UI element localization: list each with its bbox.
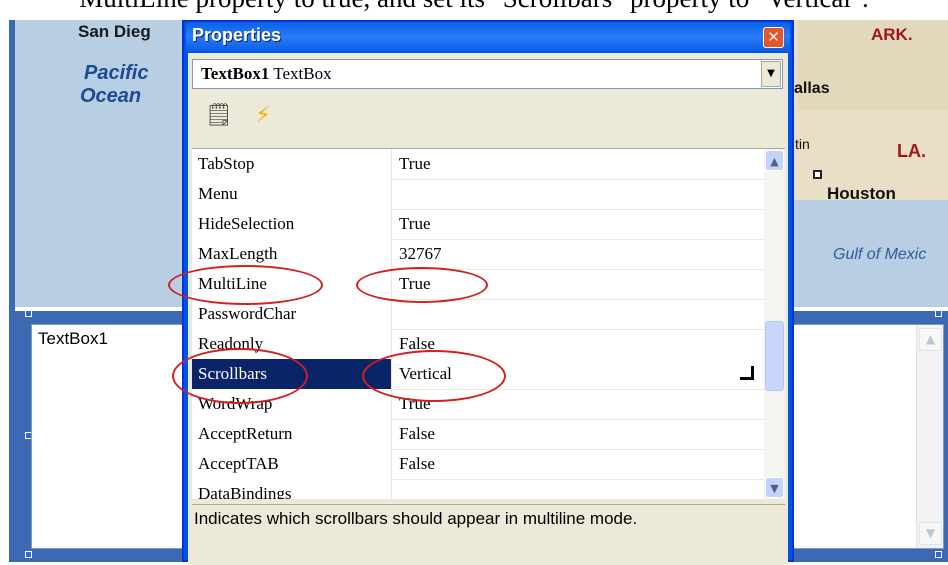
object-type: TextBox <box>269 64 332 83</box>
property-row-maxlength[interactable]: MaxLength 32767 <box>192 239 764 270</box>
map-label-austin: tin <box>795 136 810 152</box>
property-row-hideselection[interactable]: HideSelection True <box>192 209 764 240</box>
property-value[interactable]: False <box>393 419 764 449</box>
property-value[interactable] <box>393 299 764 329</box>
property-description-pane: Indicates which scrollbars should appear… <box>192 504 785 565</box>
map-label-la: LA. <box>897 141 926 161</box>
dropdown-arrow-icon[interactable] <box>740 366 754 380</box>
properties-titlebar[interactable]: Properties ✕ <box>186 22 790 51</box>
object-name: TextBox1 <box>201 64 270 83</box>
property-value[interactable]: 32767 <box>393 239 764 269</box>
map-label-san-diego: San Dieg <box>78 22 151 41</box>
scroll-up-icon[interactable]: ▲ <box>765 150 784 171</box>
property-row-accepttab[interactable]: AcceptTAB False <box>192 449 764 480</box>
property-row-menu[interactable]: Menu <box>192 179 764 210</box>
annotation-circle-multiline-value <box>356 267 488 303</box>
property-row-acceptreturn[interactable]: AcceptReturn False <box>192 419 764 450</box>
map-label-pacific: Pacific <box>84 62 149 84</box>
map-label-gulf: Gulf of Mexic <box>833 246 927 263</box>
property-description-text: Indicates which scrollbars should appear… <box>194 509 638 528</box>
property-value[interactable] <box>393 179 764 209</box>
resize-handle-top-left[interactable] <box>25 310 32 317</box>
close-icon[interactable]: ✕ <box>763 27 784 48</box>
chevron-down-icon[interactable]: ▼ <box>761 61 781 87</box>
property-row-tabstop[interactable]: TabStop True <box>192 149 764 180</box>
map-label-houston: Houston <box>827 184 896 203</box>
property-name: AcceptReturn <box>192 419 392 449</box>
annotation-circle-multiline-name <box>168 265 323 305</box>
properties-title: Properties <box>192 25 282 45</box>
property-grid-scrollbar[interactable]: ▲ ▼ <box>764 149 785 499</box>
property-value[interactable]: False <box>393 449 764 479</box>
houston-city-marker <box>813 170 822 179</box>
property-value[interactable]: True <box>393 149 764 179</box>
textbox-vertical-scrollbar[interactable]: ▲ ▼ <box>916 325 943 548</box>
property-value[interactable]: True <box>393 209 764 239</box>
properties-body: TextBox1 TextBox ▼ 🗒 ⚡ TabStop True Menu… <box>188 53 788 565</box>
resize-handle-bottom-left[interactable] <box>25 551 32 558</box>
object-selector-value: TextBox1 TextBox <box>201 64 332 84</box>
property-name: Menu <box>192 179 392 209</box>
annotation-circle-scrollbars-value <box>362 350 506 402</box>
property-pages-icon[interactable]: 🗒 <box>204 101 234 131</box>
property-row-passwordchar[interactable]: PasswordChar <box>192 299 764 330</box>
properties-toolbar: 🗒 ⚡ <box>188 93 788 139</box>
resize-handle-top-right[interactable] <box>935 310 942 317</box>
property-name: MaxLength <box>192 239 392 269</box>
textbox-scroll-down-icon[interactable]: ▼ <box>919 522 942 545</box>
events-icon[interactable]: ⚡ <box>248 101 278 131</box>
object-selector-combo[interactable]: TextBox1 TextBox ▼ <box>192 59 783 89</box>
property-grid: TabStop True Menu HideSelection True Max… <box>192 148 785 499</box>
property-row-databindings[interactable]: DataBindings <box>192 479 764 499</box>
property-name: HideSelection <box>192 209 392 239</box>
resize-handle-bottom-right[interactable] <box>935 551 942 558</box>
textbox1-text: TextBox1 <box>38 329 108 348</box>
annotation-circle-scrollbars-name <box>172 348 308 404</box>
property-name: AcceptTAB <box>192 449 392 479</box>
map-label-ark: ARK. <box>871 25 913 44</box>
map-label-dallas: allas <box>794 80 830 97</box>
property-name: DataBindings <box>192 479 392 499</box>
scroll-down-icon[interactable]: ▼ <box>765 477 784 498</box>
map-label-ocean: Ocean <box>80 85 142 107</box>
scroll-thumb[interactable] <box>765 321 784 391</box>
textbox-scroll-up-icon[interactable]: ▲ <box>919 328 942 351</box>
property-name: TabStop <box>192 149 392 179</box>
property-value[interactable] <box>393 479 764 499</box>
